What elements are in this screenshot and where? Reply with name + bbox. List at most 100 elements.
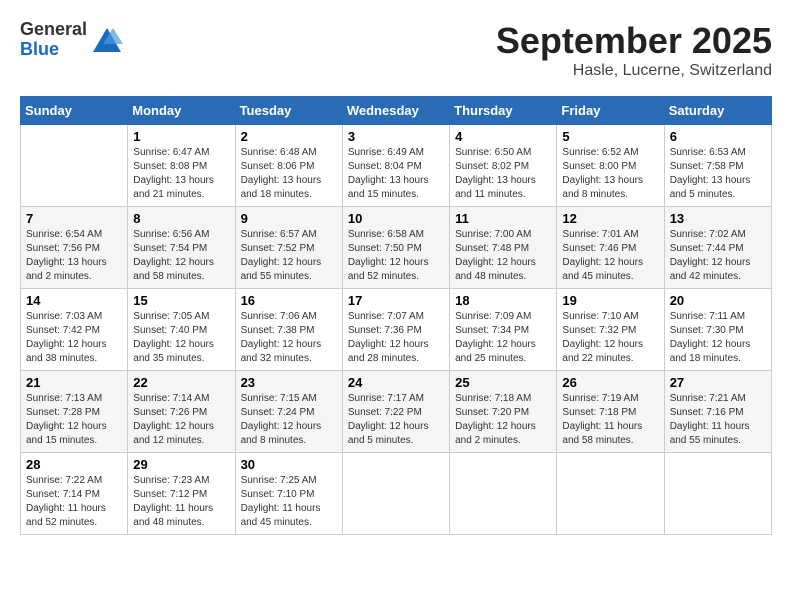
calendar-row: 28 Sunrise: 7:22 AM Sunset: 7:14 PM Dayli… (21, 453, 772, 535)
calendar-cell: 3Sunrise: 6:49 AM Sunset: 8:04 PM Daylig… (342, 125, 449, 207)
day-number: 28 (26, 457, 122, 472)
calendar-cell: 1 Sunrise: 6:47 AM Sunset: 8:08 PM Daylig… (128, 125, 235, 207)
day-info: Sunrise: 7:07 AM Sunset: 7:36 PM Dayligh… (348, 310, 444, 366)
calendar-cell: 12 Sunrise: 7:01 AM Sunset: 7:46 PM Dayli… (557, 207, 664, 289)
calendar-row: 1 Sunrise: 6:47 AM Sunset: 8:08 PM Daylig… (21, 125, 772, 207)
calendar-cell: 22Sunrise: 7:14 AM Sunset: 7:26 PM Dayli… (128, 371, 235, 453)
calendar-cell: 29 Sunrise: 7:23 AM Sunset: 7:12 PM Dayli… (128, 453, 235, 535)
calendar-cell: 19Sunrise: 7:10 AM Sunset: 7:32 PM Dayli… (557, 289, 664, 371)
day-number: 6 (670, 129, 766, 144)
day-info: Sunrise: 7:09 AM Sunset: 7:34 PM Dayligh… (455, 310, 551, 366)
calendar-cell (664, 453, 771, 535)
calendar-cell: 15 Sunrise: 7:05 AM Sunset: 7:40 PM Dayli… (128, 289, 235, 371)
calendar-cell: 4 Sunrise: 6:50 AM Sunset: 8:02 PM Daylig… (450, 125, 557, 207)
day-info: Sunrise: 6:48 AM Sunset: 8:06 PM Dayligh… (241, 146, 337, 202)
day-number: 12 (562, 211, 658, 226)
calendar-cell: 26Sunrise: 7:19 AM Sunset: 7:18 PM Dayli… (557, 371, 664, 453)
day-number: 14 (26, 293, 122, 308)
day-number: 13 (670, 211, 766, 226)
title-block: September 2025 Hasle, Lucerne, Switzerla… (496, 20, 772, 80)
header-wednesday: Wednesday (342, 97, 449, 125)
day-number: 30 (241, 457, 337, 472)
calendar-cell: 14 Sunrise: 7:03 AM Sunset: 7:42 PM Dayli… (21, 289, 128, 371)
calendar-cell: 5 Sunrise: 6:52 AM Sunset: 8:00 PM Daylig… (557, 125, 664, 207)
day-number: 26 (562, 375, 658, 390)
header-friday: Friday (557, 97, 664, 125)
day-number: 20 (670, 293, 766, 308)
calendar-cell: 10Sunrise: 6:58 AM Sunset: 7:50 PM Dayli… (342, 207, 449, 289)
day-info: Sunrise: 6:57 AM Sunset: 7:52 PM Dayligh… (241, 228, 337, 284)
calendar-cell: 18 Sunrise: 7:09 AM Sunset: 7:34 PM Dayli… (450, 289, 557, 371)
day-number: 29 (133, 457, 229, 472)
day-number: 7 (26, 211, 122, 226)
day-number: 23 (241, 375, 337, 390)
calendar-table: Sunday Monday Tuesday Wednesday Thursday… (20, 96, 772, 535)
day-number: 3 (348, 129, 444, 144)
calendar-cell: 28 Sunrise: 7:22 AM Sunset: 7:14 PM Dayli… (21, 453, 128, 535)
calendar-cell: 25 Sunrise: 7:18 AM Sunset: 7:20 PM Dayli… (450, 371, 557, 453)
calendar-cell: 23 Sunrise: 7:15 AM Sunset: 7:24 PM Dayli… (235, 371, 342, 453)
day-info: Sunrise: 6:52 AM Sunset: 8:00 PM Dayligh… (562, 146, 658, 202)
day-number: 15 (133, 293, 229, 308)
day-number: 21 (26, 375, 122, 390)
calendar-cell: 13 Sunrise: 7:02 AM Sunset: 7:44 PM Dayli… (664, 207, 771, 289)
day-number: 8 (133, 211, 229, 226)
page-header: General Blue September 2025 Hasle, Lucer… (20, 20, 772, 80)
day-number: 17 (348, 293, 444, 308)
day-info: Sunrise: 7:03 AM Sunset: 7:42 PM Dayligh… (26, 310, 122, 366)
day-info: Sunrise: 7:23 AM Sunset: 7:12 PM Dayligh… (133, 474, 229, 530)
day-info: Sunrise: 6:56 AM Sunset: 7:54 PM Dayligh… (133, 228, 229, 284)
calendar-cell (557, 453, 664, 535)
day-info: Sunrise: 6:47 AM Sunset: 8:08 PM Dayligh… (133, 146, 229, 202)
calendar-body: 1 Sunrise: 6:47 AM Sunset: 8:08 PM Daylig… (21, 125, 772, 535)
day-number: 22 (133, 375, 229, 390)
calendar-cell (21, 125, 128, 207)
calendar-cell (450, 453, 557, 535)
month-title: September 2025 (496, 20, 772, 62)
header-thursday: Thursday (450, 97, 557, 125)
day-number: 4 (455, 129, 551, 144)
calendar-cell (342, 453, 449, 535)
header-row: Sunday Monday Tuesday Wednesday Thursday… (21, 97, 772, 125)
day-info: Sunrise: 7:10 AM Sunset: 7:32 PM Dayligh… (562, 310, 658, 366)
calendar-header: Sunday Monday Tuesday Wednesday Thursday… (21, 97, 772, 125)
day-info: Sunrise: 6:58 AM Sunset: 7:50 PM Dayligh… (348, 228, 444, 284)
day-info: Sunrise: 6:53 AM Sunset: 7:58 PM Dayligh… (670, 146, 766, 202)
day-info: Sunrise: 7:21 AM Sunset: 7:16 PM Dayligh… (670, 392, 766, 448)
day-number: 25 (455, 375, 551, 390)
day-info: Sunrise: 6:50 AM Sunset: 8:02 PM Dayligh… (455, 146, 551, 202)
day-number: 18 (455, 293, 551, 308)
calendar-cell: 27Sunrise: 7:21 AM Sunset: 7:16 PM Dayli… (664, 371, 771, 453)
day-info: Sunrise: 7:11 AM Sunset: 7:30 PM Dayligh… (670, 310, 766, 366)
day-info: Sunrise: 7:25 AM Sunset: 7:10 PM Dayligh… (241, 474, 337, 530)
header-monday: Monday (128, 97, 235, 125)
logo-general: General (20, 20, 87, 40)
header-tuesday: Tuesday (235, 97, 342, 125)
logo-icon (91, 26, 123, 54)
day-info: Sunrise: 7:15 AM Sunset: 7:24 PM Dayligh… (241, 392, 337, 448)
calendar-cell: 11Sunrise: 7:00 AM Sunset: 7:48 PM Dayli… (450, 207, 557, 289)
day-info: Sunrise: 7:17 AM Sunset: 7:22 PM Dayligh… (348, 392, 444, 448)
logo-blue: Blue (20, 40, 87, 60)
calendar-cell: 17 Sunrise: 7:07 AM Sunset: 7:36 PM Dayli… (342, 289, 449, 371)
day-number: 16 (241, 293, 337, 308)
day-info: Sunrise: 6:54 AM Sunset: 7:56 PM Dayligh… (26, 228, 122, 284)
day-info: Sunrise: 7:22 AM Sunset: 7:14 PM Dayligh… (26, 474, 122, 530)
day-number: 24 (348, 375, 444, 390)
day-info: Sunrise: 7:00 AM Sunset: 7:48 PM Dayligh… (455, 228, 551, 284)
day-info: Sunrise: 7:18 AM Sunset: 7:20 PM Dayligh… (455, 392, 551, 448)
calendar-cell: 24 Sunrise: 7:17 AM Sunset: 7:22 PM Dayli… (342, 371, 449, 453)
day-number: 1 (133, 129, 229, 144)
calendar-cell: 9Sunrise: 6:57 AM Sunset: 7:52 PM Daylig… (235, 207, 342, 289)
calendar-row: 14 Sunrise: 7:03 AM Sunset: 7:42 PM Dayli… (21, 289, 772, 371)
logo-text: General Blue (20, 20, 87, 60)
day-info: Sunrise: 7:13 AM Sunset: 7:28 PM Dayligh… (26, 392, 122, 448)
calendar-cell: 2Sunrise: 6:48 AM Sunset: 8:06 PM Daylig… (235, 125, 342, 207)
day-number: 5 (562, 129, 658, 144)
day-info: Sunrise: 7:02 AM Sunset: 7:44 PM Dayligh… (670, 228, 766, 284)
calendar-row: 21 Sunrise: 7:13 AM Sunset: 7:28 PM Dayli… (21, 371, 772, 453)
logo: General Blue (20, 20, 123, 60)
day-info: Sunrise: 7:05 AM Sunset: 7:40 PM Dayligh… (133, 310, 229, 366)
day-info: Sunrise: 7:01 AM Sunset: 7:46 PM Dayligh… (562, 228, 658, 284)
day-info: Sunrise: 7:06 AM Sunset: 7:38 PM Dayligh… (241, 310, 337, 366)
